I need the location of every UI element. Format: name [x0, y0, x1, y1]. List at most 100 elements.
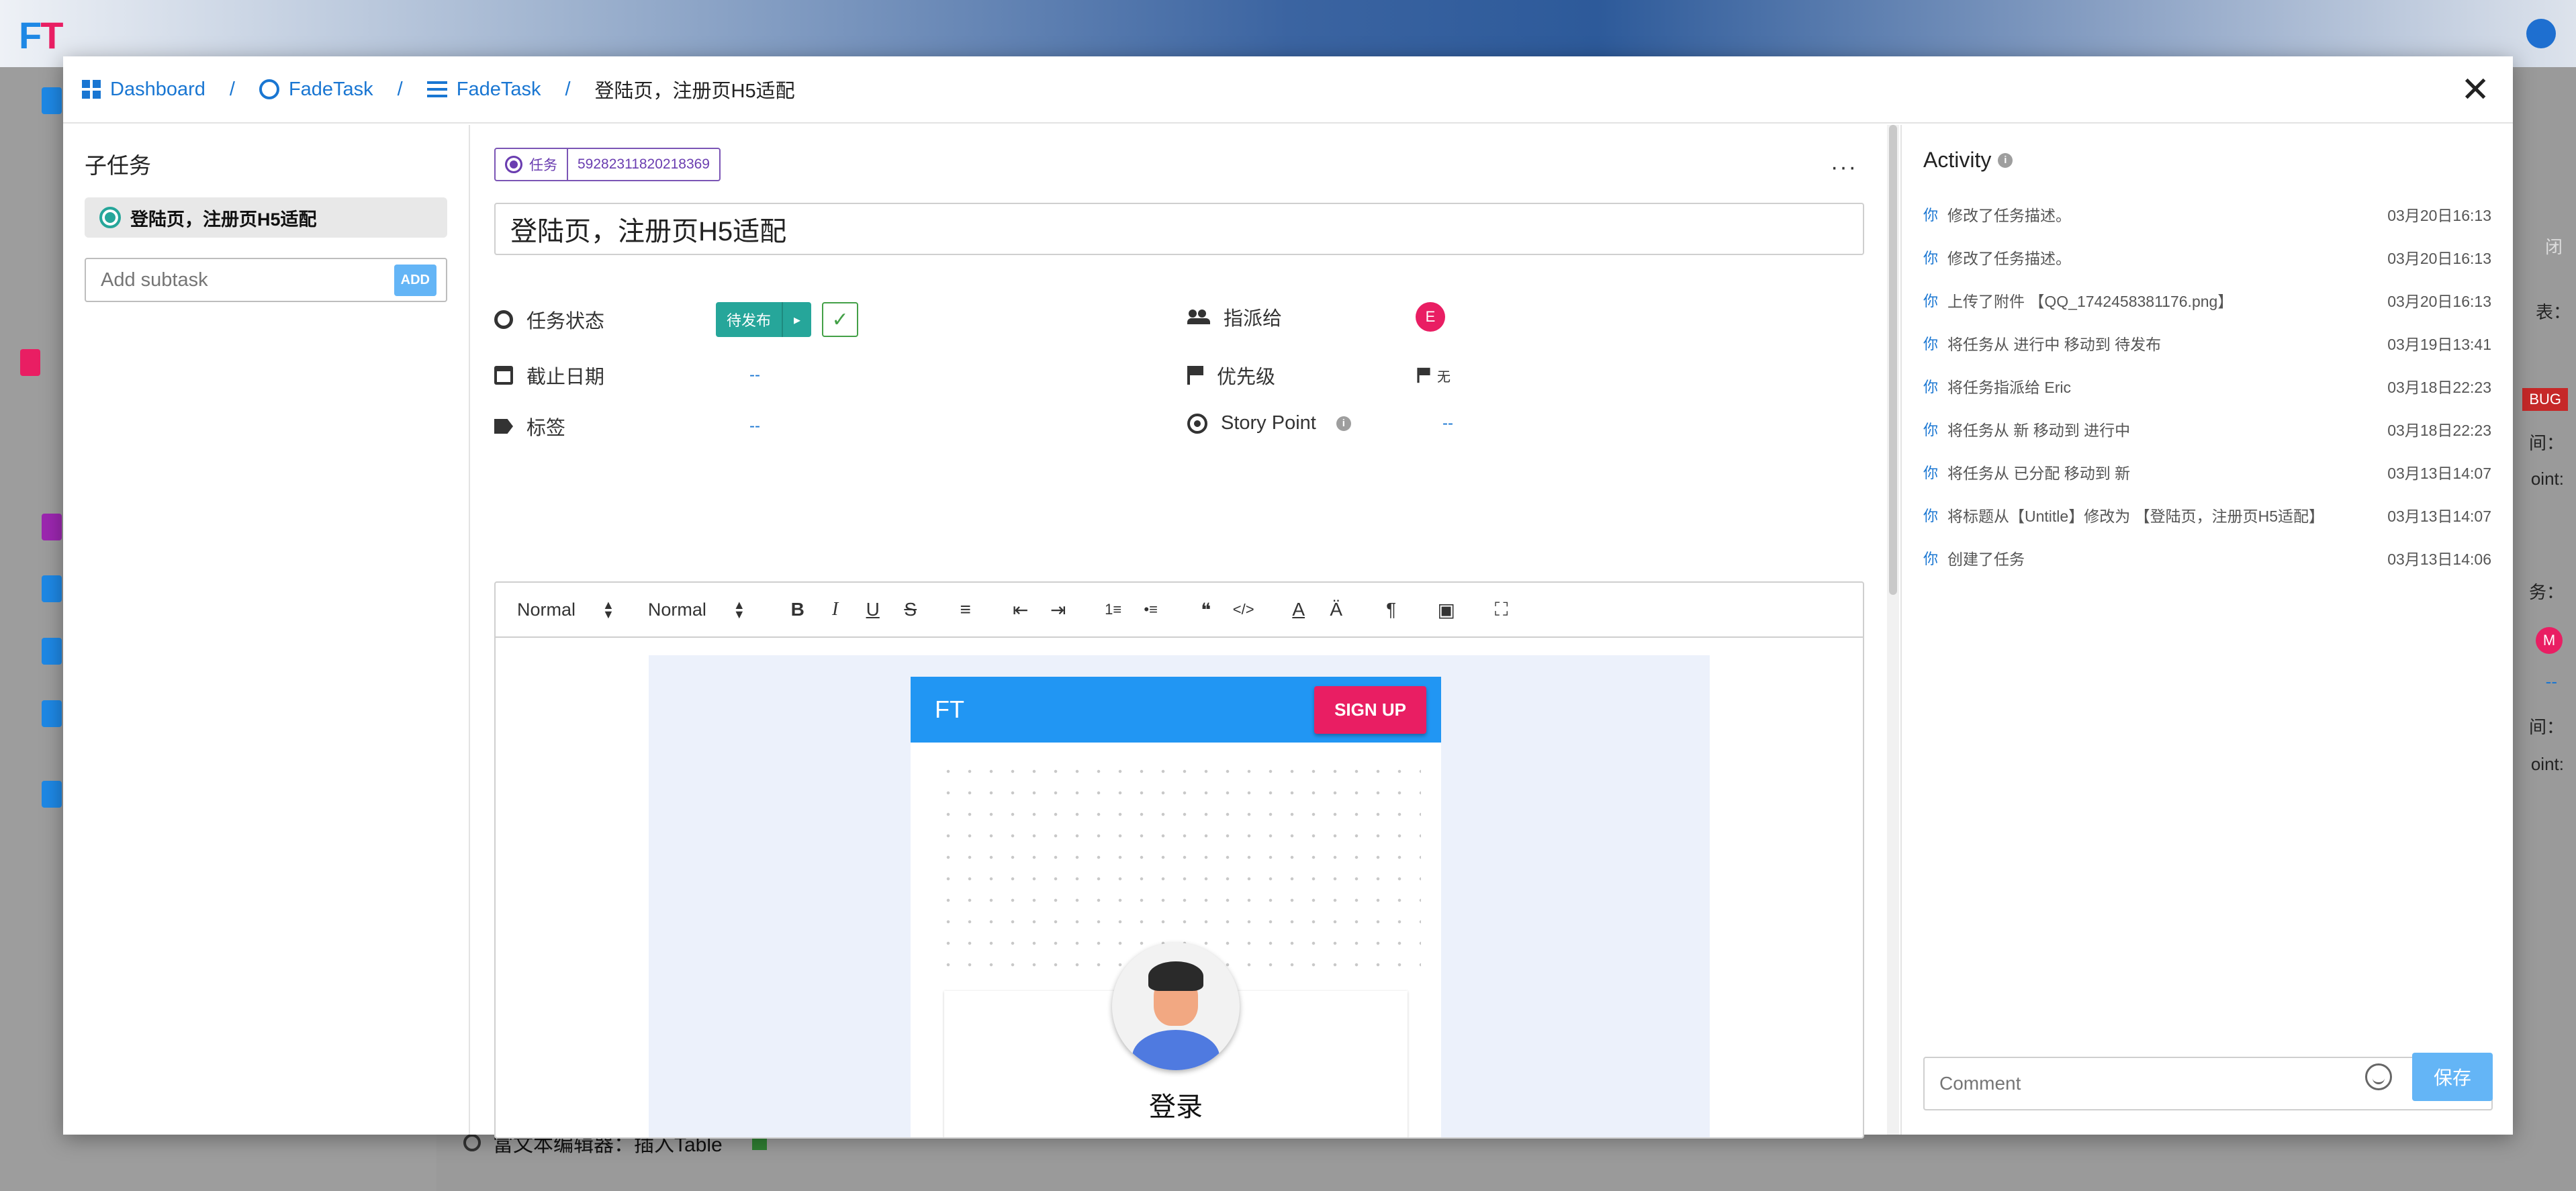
tags-label: 标签: [526, 418, 566, 439]
description-editor: Normal ▲ ▼ Normal ▲ ▼ B I U S ≡ ⇤ ⇥ 1≡ •≡ ❝ …: [494, 581, 1864, 1139]
updown-icon: ▲ ▼: [733, 598, 745, 621]
background-text: oint:: [2530, 469, 2564, 489]
comment-field: [1923, 1057, 2493, 1110]
people-icon: [1187, 309, 1210, 324]
save-comment-button[interactable]: 保存: [2412, 1053, 2493, 1101]
preview-avatar: [1112, 943, 1240, 1070]
background-text: 间：: [2528, 717, 2564, 737]
activity-panel: Activity i 你修改了任务描述。 03月20日16:13 你修改了任务描述…: [1900, 125, 2513, 1135]
close-icon[interactable]: ✕: [2460, 73, 2490, 107]
avatar[interactable]: M: [2536, 627, 2563, 654]
scrollbar-thumb[interactable]: [1889, 125, 1897, 595]
preview-app-bar: FT SIGN UP: [911, 677, 1441, 743]
background-chip: [42, 638, 62, 665]
task-title-input[interactable]: 登陆页，注册页H5适配: [494, 203, 1864, 255]
fullscreen-icon[interactable]: ⛶: [1483, 599, 1520, 621]
background-text: --: [2545, 671, 2557, 692]
dot-pattern: [937, 761, 1421, 969]
breadcrumb-project[interactable]: FadeTask: [259, 79, 373, 101]
status-icon: [494, 310, 513, 329]
image-icon[interactable]: ▣: [1428, 599, 1465, 621]
subtask-status-icon[interactable]: [99, 207, 121, 228]
status-button[interactable]: 待发布 ▸: [716, 302, 812, 337]
italic-icon[interactable]: I: [817, 599, 854, 620]
assignee-avatar[interactable]: E: [1416, 302, 1445, 332]
preview-signup-button: SIGN UP: [1314, 685, 1426, 734]
breadcrumb-board[interactable]: FadeTask: [426, 79, 541, 101]
add-subtask-input[interactable]: [101, 269, 369, 291]
mobile-preview: FT SIGN UP 登录 邮箱: [911, 677, 1441, 1137]
flag-icon: [1187, 366, 1203, 385]
assignee-label: 指派给: [1224, 308, 1283, 330]
editor-content[interactable]: FT SIGN UP 登录 邮箱: [496, 638, 1863, 1137]
subtask-label: 登陆页，注册页H5适配: [130, 209, 317, 230]
background-color-icon[interactable]: Ä: [1318, 599, 1355, 620]
subtasks-panel: 子任务 登陆页，注册页H5适配 ADD: [63, 125, 470, 1135]
size-select[interactable]: Normal ▲ ▼: [648, 598, 745, 621]
task-id: 59282311820218369: [567, 149, 719, 180]
background-chip: [42, 87, 62, 114]
activity-item: 你上传了附件 【QQ_1742458381176.png】 03月20日16:13: [1923, 293, 2491, 310]
subtask-item[interactable]: 登陆页，注册页H5适配: [85, 197, 447, 238]
editor-toolbar: Normal ▲ ▼ Normal ▲ ▼ B I U S ≡ ⇤ ⇥ 1≡ •≡ ❝ …: [496, 583, 1863, 638]
info-icon[interactable]: i: [1998, 152, 2013, 168]
app-logo[interactable]: FT: [19, 13, 63, 57]
info-icon: i: [1336, 416, 1351, 431]
more-options-icon[interactable]: ···: [1831, 154, 1857, 181]
text-color-icon[interactable]: A: [1280, 599, 1318, 620]
calendar-icon: [494, 366, 513, 385]
background-chip: [42, 575, 62, 602]
indent-icon[interactable]: ⇥: [1040, 599, 1077, 621]
task-detail-dialog: Dashboard / FadeTask / FadeTask / 登陆页，注册…: [63, 56, 2513, 1139]
background-text: oint:: [2530, 754, 2564, 774]
globe-icon: [259, 79, 279, 99]
background-text: 务：: [2528, 582, 2564, 602]
activity-item: 你将任务从 新 移动到 进行中 03月18日22:23: [1923, 422, 2491, 439]
bug-badge: BUG: [2522, 388, 2568, 411]
user-account-icon[interactable]: [2526, 19, 2556, 48]
background-chip: [42, 700, 62, 727]
breadcrumb-separator: /: [565, 78, 571, 100]
underline-icon[interactable]: U: [854, 599, 892, 620]
background-chip: [42, 781, 62, 808]
activity-item: 你修改了任务描述。 03月20日16:13: [1923, 207, 2491, 224]
status-label: 任务状态: [526, 311, 605, 332]
bullet-list-icon[interactable]: •≡: [1132, 601, 1170, 618]
due-date-label: 截止日期: [526, 367, 605, 388]
list-icon: [426, 81, 447, 97]
emoji-icon[interactable]: [2365, 1063, 2392, 1090]
next-status-icon[interactable]: ▸: [782, 302, 812, 337]
comment-input[interactable]: [1939, 1073, 2477, 1094]
priority-value[interactable]: 无: [1416, 366, 1451, 385]
text-direction-icon[interactable]: ¶: [1373, 599, 1410, 620]
story-point-label: Story Point: [1221, 412, 1316, 434]
background-chip: [20, 349, 40, 376]
code-icon[interactable]: </>: [1225, 601, 1262, 618]
background-text: 间：: [2528, 433, 2564, 453]
tags-value[interactable]: --: [749, 417, 760, 436]
blockquote-icon[interactable]: ❝: [1187, 599, 1225, 621]
ordered-list-icon[interactable]: 1≡: [1095, 601, 1132, 618]
due-date-value[interactable]: --: [749, 366, 760, 385]
story-point-value[interactable]: --: [1442, 414, 1453, 433]
add-subtask-button[interactable]: ADD: [394, 264, 436, 296]
priority-property: 优先级 无: [1187, 361, 1451, 389]
embedded-screenshot: FT SIGN UP 登录 邮箱: [649, 655, 1710, 1137]
strike-icon[interactable]: S: [892, 599, 929, 620]
outdent-icon[interactable]: ⇤: [1002, 599, 1040, 621]
activity-item: 你将任务指派给 Eric 03月18日22:23: [1923, 379, 2491, 396]
breadcrumb-separator: /: [229, 78, 235, 100]
priority-label: 优先级: [1217, 367, 1276, 388]
preview-login-title: 登录: [1149, 1092, 1203, 1122]
task-type-label: 任务: [529, 158, 557, 173]
complete-check-icon[interactable]: ✓: [822, 302, 859, 337]
activity-item: 你将标题从【Untitle】修改为 【登陆页，注册页H5适配】 03月13日14:…: [1923, 508, 2491, 525]
align-icon[interactable]: ≡: [947, 599, 984, 620]
updown-icon: ▲ ▼: [602, 598, 614, 621]
task-type-id[interactable]: 任务 59282311820218369: [494, 148, 721, 181]
activity-list: 你修改了任务描述。 03月20日16:13 你修改了任务描述。 03月20日16:1…: [1923, 193, 2491, 579]
flag-icon: [1417, 367, 1430, 383]
header-select[interactable]: Normal ▲ ▼: [517, 598, 614, 621]
breadcrumb-dashboard[interactable]: Dashboard: [82, 79, 205, 101]
bold-icon[interactable]: B: [779, 599, 817, 620]
